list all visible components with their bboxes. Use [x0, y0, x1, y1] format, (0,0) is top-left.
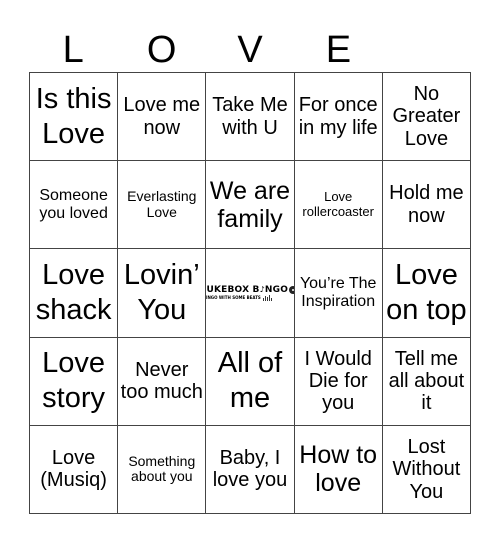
- bingo-cell-r3-c4[interactable]: You’re The Inspiration: [294, 249, 383, 338]
- bingo-cell-r4-c3[interactable]: All of me: [206, 337, 295, 426]
- cell-song-title: Everlasting Love: [127, 188, 197, 220]
- cell-song-title: Love story: [42, 347, 106, 415]
- cell-song-title: Love rollercoaster: [302, 189, 374, 219]
- bingo-cell-r1-c5[interactable]: No Greater Love: [382, 73, 471, 162]
- logo-title: JUKEBOX B ♪ NGO: [206, 285, 294, 295]
- header-letter-1: L: [62, 29, 84, 71]
- bingo-cell-r4-c2[interactable]: Never too much: [118, 337, 207, 426]
- jukebox-bingo-logo: JUKEBOX B ♪ NGO BINGO WITH SOME BEATS: [206, 285, 294, 302]
- bingo-cell-r1-c1[interactable]: Is this Love: [30, 73, 119, 162]
- header-letter-4: E: [325, 29, 352, 71]
- bingo-cell-r4-c4[interactable]: I Would Die for you: [294, 337, 383, 426]
- cell-song-title: Love shack: [35, 259, 112, 326]
- bingo-cell-r5-c4[interactable]: How to love: [294, 425, 383, 514]
- cell-song-title: Love me now: [123, 94, 201, 139]
- cell-song-title: Tell me all about it: [388, 347, 465, 415]
- bingo-cell-r4-c5[interactable]: Tell me all about it: [382, 337, 471, 426]
- bingo-cell-r2-c1[interactable]: Someone you loved: [30, 161, 119, 250]
- cell-song-title: Lovin’ You: [123, 259, 200, 326]
- cell-song-title: Is this Love: [35, 82, 112, 150]
- bingo-board: Is this Love Love me now Take Me with U For…: [29, 72, 471, 514]
- equalizer-icon: [262, 295, 273, 302]
- cell-song-title: All of me: [217, 347, 283, 415]
- cell-song-title: Someone you loved: [39, 186, 108, 222]
- bingo-cell-r2-c5[interactable]: Hold me now: [382, 161, 471, 250]
- cell-song-title: How to love: [299, 441, 378, 498]
- bingo-cell-r1-c4[interactable]: For once in my life: [294, 73, 383, 162]
- bingo-cell-r3-c1[interactable]: Love shack: [30, 249, 119, 338]
- cell-song-title: Something about you: [128, 452, 196, 485]
- cell-song-title: Love on top: [386, 259, 467, 326]
- bingo-cell-r3-c5[interactable]: Love on top: [382, 249, 471, 338]
- cell-song-title: Take Me with U: [212, 94, 288, 139]
- cell-song-title: Hold me now: [389, 182, 464, 227]
- cell-song-title: Baby, I love you: [212, 447, 288, 492]
- bingo-cell-r2-c4[interactable]: Love rollercoaster: [294, 161, 383, 250]
- logo-title-text: JUKEBOX B: [206, 284, 260, 295]
- bingo-cell-r2-c3[interactable]: We are family: [206, 161, 295, 250]
- cell-song-title: Lost Without You: [392, 435, 461, 503]
- cell-song-title: No Greater Love: [392, 83, 461, 150]
- cell-song-title: You’re The Inspiration: [299, 275, 377, 310]
- bingo-cell-r5-c1[interactable]: Love (Musiq): [30, 425, 119, 514]
- bingo-header: L O V E: [29, 28, 471, 72]
- cell-song-title: Never too much: [120, 358, 203, 404]
- cell-song-title: I Would Die for you: [304, 347, 372, 415]
- bingo-cell-free-space[interactable]: JUKEBOX B ♪ NGO BINGO WITH SOME BEATS: [206, 249, 295, 338]
- header-letter-2: O: [146, 29, 177, 71]
- bingo-cell-r3-c2[interactable]: Lovin’ You: [118, 249, 207, 338]
- bingo-cell-r5-c3[interactable]: Baby, I love you: [206, 425, 295, 514]
- cell-song-title: Love (Musiq): [40, 447, 107, 492]
- cell-song-title: For once in my life: [298, 94, 378, 139]
- cell-song-title: We are family: [209, 176, 291, 233]
- bingo-cell-r4-c1[interactable]: Love story: [30, 337, 119, 426]
- header-letter-3: V: [237, 29, 263, 71]
- bingo-cell-r1-c2[interactable]: Love me now: [118, 73, 207, 162]
- bingo-cell-r5-c5[interactable]: Lost Without You: [382, 425, 471, 514]
- bingo-cell-r1-c3[interactable]: Take Me with U: [206, 73, 295, 162]
- bingo-cell-r2-c2[interactable]: Everlasting Love: [118, 161, 207, 250]
- header-letter-5: [383, 28, 471, 72]
- bingo-cell-r5-c2[interactable]: Something about you: [118, 425, 207, 514]
- logo-subtitle: BINGO WITH SOME BEATS: [206, 294, 273, 302]
- logo-title-end: NGO: [264, 284, 289, 295]
- logo-subtitle-text: BINGO WITH SOME BEATS: [206, 294, 261, 300]
